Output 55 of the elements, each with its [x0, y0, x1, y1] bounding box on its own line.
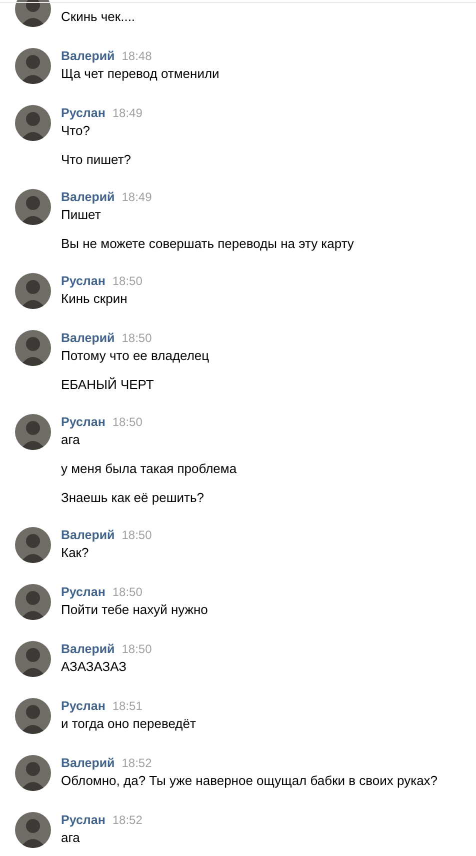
message-time: 18:52	[122, 755, 152, 772]
avatar-icon[interactable]	[15, 584, 51, 620]
author-name[interactable]: Руслан	[61, 812, 106, 829]
avatar-icon[interactable]	[15, 527, 51, 563]
message-text: Знаешь как её решить?	[61, 489, 205, 506]
message-time: 18:50	[122, 330, 152, 347]
message-time: 18:50	[112, 584, 142, 601]
author-name[interactable]: Валерий	[61, 641, 115, 658]
avatar-icon[interactable]	[15, 755, 51, 791]
author-name[interactable]: Руслан	[61, 105, 106, 122]
message-text: Пойти тебе нахуй нужно	[61, 601, 208, 618]
avatar-icon[interactable]	[15, 0, 51, 27]
avatar-icon[interactable]	[15, 273, 51, 309]
message-text: и тогда оно переведёт	[61, 715, 196, 732]
message-text: Пишет	[61, 206, 102, 223]
author-name[interactable]: Руслан	[61, 584, 106, 601]
message-time: 18:51	[112, 698, 142, 715]
avatar-icon[interactable]	[15, 330, 51, 366]
author-name[interactable]: Валерий	[61, 527, 115, 544]
message-time: 18:49	[112, 105, 142, 122]
author-name[interactable]: Валерий	[61, 189, 115, 206]
author-name[interactable]: Руслан	[61, 698, 106, 715]
message-time: 18:52	[112, 812, 142, 829]
message-text: Что?	[61, 122, 91, 139]
author-name[interactable]: Валерий	[61, 755, 115, 772]
message-time: 18:50	[122, 527, 152, 544]
avatar-icon[interactable]	[15, 641, 51, 677]
message-text: Кинь скрин	[61, 290, 128, 307]
avatar-icon[interactable]	[15, 812, 51, 848]
message-text: Потому что ее владелец	[61, 347, 210, 364]
message-text: ага	[61, 431, 81, 448]
avatar-icon[interactable]	[15, 698, 51, 734]
message-text: ЕБАНЫЙ ЧЕРТ	[61, 376, 155, 393]
message-time: 18:50	[112, 273, 142, 290]
message-time: 18:50	[122, 641, 152, 658]
avatar-icon[interactable]	[15, 189, 51, 225]
message-time: 18:48	[122, 48, 152, 65]
message-text: Обломно, да? Ты уже наверное ощущал бабки в своих руках?	[61, 772, 438, 789]
message-text: у меня была такая проблема	[61, 460, 237, 477]
avatar-icon[interactable]	[15, 105, 51, 141]
message-text: ага	[61, 829, 81, 846]
author-name[interactable]: Руслан	[61, 273, 106, 290]
message-text: Ща чет перевод отменили	[61, 65, 220, 82]
author-name[interactable]: Валерий	[61, 48, 115, 65]
avatar-icon[interactable]	[15, 48, 51, 84]
message-text: Что пишет?	[61, 151, 132, 168]
message-time: 18:49	[122, 189, 152, 206]
message-text: АЗАЗАЗАЗ	[61, 658, 128, 675]
avatar-icon[interactable]	[15, 414, 51, 450]
message-text: Вы не можете совершать переводы на эту карту	[61, 235, 354, 252]
author-name[interactable]: Руслан	[61, 414, 106, 431]
message-text: Скинь чек....	[61, 8, 136, 25]
author-name[interactable]: Валерий	[61, 330, 115, 347]
message-text: Как?	[61, 544, 90, 561]
message-time: 18:50	[112, 414, 142, 431]
